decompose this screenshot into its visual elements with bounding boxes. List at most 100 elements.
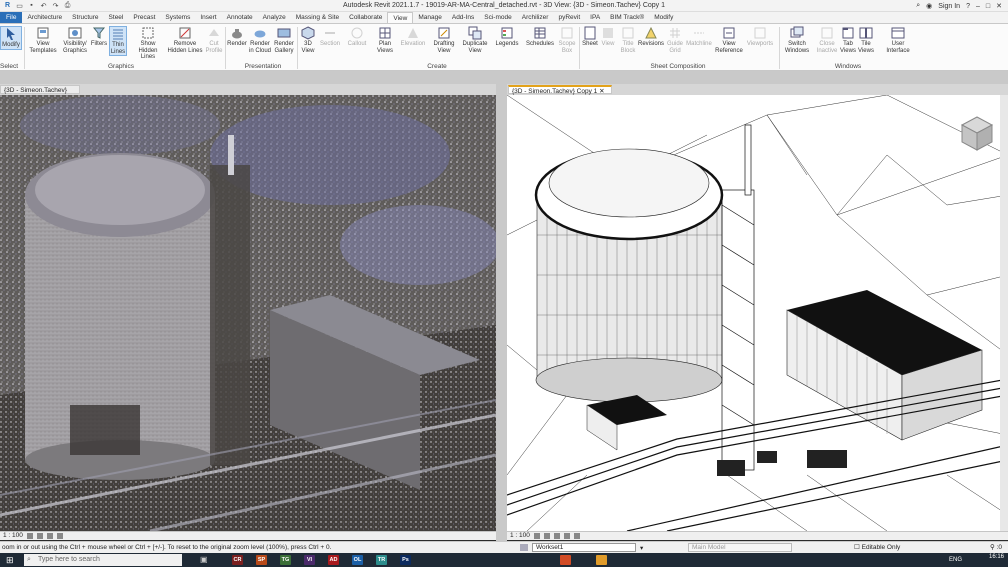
left-view-scale[interactable]: 1 : 100 [3,532,23,540]
drafting-view-button[interactable]: Drafting View [431,26,457,54]
view-button[interactable]: View [600,26,616,48]
close-icon[interactable]: ✕ [996,2,1002,10]
minimize-icon[interactable]: – [976,3,980,10]
workset-select[interactable]: Workset1 [532,543,636,552]
filters-button[interactable]: Filters [90,26,108,48]
print-icon[interactable]: ⎙ [63,2,72,10]
tab-view[interactable]: View [387,12,414,23]
taskbar-search-input[interactable]: ⌕ Type here to search [24,554,182,566]
sun-path-icon[interactable] [46,533,53,539]
maximize-icon[interactable]: □ [986,3,990,10]
switch-windows-button[interactable]: Switch Windows [783,26,811,54]
legends-button[interactable]: Legends [494,26,520,48]
cut-profile-button[interactable]: Cut Profile [204,26,224,54]
tab-architecture[interactable]: Architecture [22,12,67,23]
sheet-button[interactable]: Sheet [582,26,598,48]
right-view-scale[interactable]: 1 : 100 [510,532,530,540]
render-cloud-button[interactable]: Render in Cloud [248,26,272,54]
search-icon[interactable]: ⌕ [916,2,920,10]
show-hidden-lines-button[interactable]: Show Hidden Lines [131,26,165,61]
crop-view-icon[interactable] [573,533,580,539]
tab-bim-track[interactable]: BIM Track® [605,12,649,23]
tab-close-icon[interactable]: ✕ [599,88,604,95]
redo-icon[interactable]: ↷ [51,2,60,10]
select-label[interactable]: Select [0,63,18,70]
user-interface-button[interactable]: User Interface [884,26,912,54]
taskbar-app-sp[interactable]: SP [256,555,267,565]
tab-add-ins[interactable]: Add-Ins [447,12,479,23]
language-indicator[interactable]: ENG [949,557,962,563]
tab-structure[interactable]: Structure [67,12,103,23]
close-inactive-button[interactable]: Close Inactive [815,26,839,54]
tab-systems[interactable]: Systems [160,12,195,23]
tab-file[interactable]: File [0,12,23,23]
filter-status-icon[interactable]: ⚲ :0 [990,542,1002,553]
title-block-button[interactable]: Title Block [619,26,637,54]
tab-archilizer[interactable]: Archilizer [517,12,554,23]
taskbar-app-tr[interactable]: TR [376,555,387,565]
task-view-icon[interactable]: ▣ [200,555,208,564]
revit-taskbar-icon[interactable] [560,555,571,565]
vertical-scrollbar[interactable] [1000,95,1008,531]
tab-ipa[interactable]: IPA [585,12,605,23]
schedules-button[interactable]: Schedules [526,26,554,48]
design-option-select[interactable]: Main Model [688,543,792,552]
taskbar-app-tg[interactable]: TG [280,555,291,565]
detail-level-icon[interactable] [533,533,540,539]
revit-logo-icon[interactable]: R [3,2,12,10]
tab-analyze[interactable]: Analyze [258,12,291,23]
tab-insert[interactable]: Insert [195,12,221,23]
3d-view-button[interactable]: 3D View [300,26,316,54]
detail-level-icon[interactable] [26,533,33,539]
elevation-button[interactable]: Elevation [400,26,426,48]
point-cloud-view[interactable] [0,95,496,531]
tab-modify[interactable]: Modify [649,12,678,23]
right-view-tab[interactable]: {3D - Simeon.Tachev} Copy 1 ✕ [508,85,612,95]
tab-sci-mode[interactable]: Sci-mode [479,12,516,23]
tab-precast[interactable]: Precast [128,12,160,23]
hidden-line-view[interactable] [507,95,1008,531]
taskbar-app-ps[interactable]: Ps [400,555,411,565]
tile-views-button[interactable]: Tile Views [858,26,874,54]
taskbar-app-vi[interactable]: VI [304,555,315,565]
shadows-icon[interactable] [563,533,570,539]
thin-lines-button[interactable]: Thin Lines [109,26,127,56]
tab-steel[interactable]: Steel [104,12,129,23]
visual-style-icon[interactable] [543,533,550,539]
open-icon[interactable]: ▭ [15,2,24,10]
save-icon[interactable]: ▪ [27,2,36,10]
tab-annotate[interactable]: Annotate [222,12,258,23]
callout-button[interactable]: Callout [346,26,368,48]
section-button[interactable]: Section [319,26,341,48]
view-reference-button[interactable]: View Reference [714,26,744,54]
remove-hidden-lines-button[interactable]: Remove Hidden Lines [167,26,203,54]
tab-massing-site[interactable]: Massing & Site [291,12,344,23]
revisions-button[interactable]: Revisions [638,26,664,48]
tab-views-button[interactable]: Tab Views [840,26,856,54]
guide-grid-button[interactable]: Guide Grid [666,26,684,54]
shadows-icon[interactable] [56,533,63,539]
tab-pyrevit[interactable]: pyRevit [553,12,585,23]
tab-collaborate[interactable]: Collaborate [344,12,387,23]
taskbar-app-cr[interactable]: CR [232,555,243,565]
modify-button[interactable]: Modify [0,26,22,50]
sun-path-icon[interactable] [553,533,560,539]
view-divider[interactable] [496,71,507,544]
system-clock[interactable]: 16:16 [989,554,1004,560]
render-gallery-button[interactable]: Render Gallery [273,26,295,54]
taskbar-app-ad[interactable]: AD [328,555,339,565]
view-templates-button[interactable]: View Templates [29,26,57,54]
left-view-tab[interactable]: {3D - Simeon.Tachev} [0,85,80,94]
editable-only-checkbox[interactable]: ☐ Editable Only [854,542,900,553]
viewports-button[interactable]: Viewports [746,26,774,48]
visibility-graphics-button[interactable]: Visibility/ Graphics [60,26,90,54]
scope-box-button[interactable]: Scope Box [556,26,578,54]
visual-style-icon[interactable] [36,533,43,539]
user-icon[interactable]: ◉ [926,2,932,10]
matchline-button[interactable]: Matchline [686,26,712,48]
render-button[interactable]: Render [227,26,247,48]
help-icon[interactable]: ? [966,3,970,10]
plan-views-button[interactable]: Plan Views [374,26,396,54]
windows-start-icon[interactable]: ⊞ [6,555,14,565]
taskbar-app-ol[interactable]: OL [352,555,363,565]
